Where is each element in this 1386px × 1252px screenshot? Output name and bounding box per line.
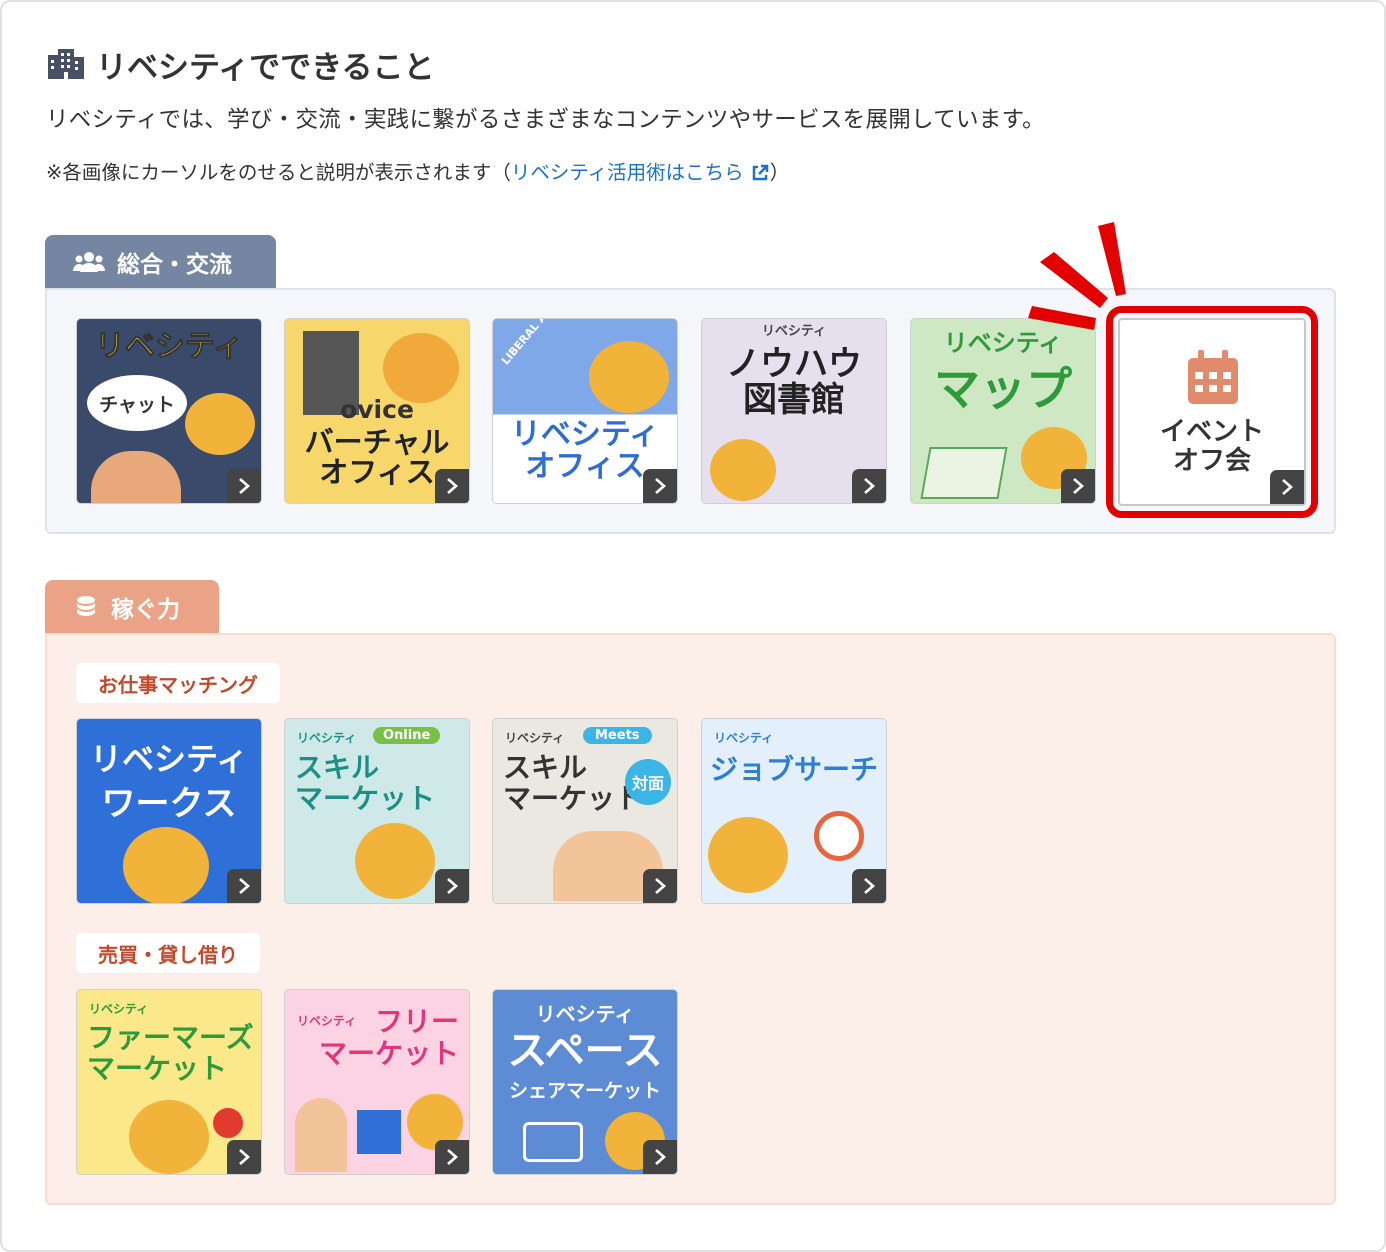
chevron-right-icon [643,869,677,903]
tile-flea-label: フリー マーケット [318,1005,459,1071]
tile-space-brand: リベシティ [535,1002,635,1026]
tab-general: 総合・交流 [45,235,276,289]
tile-skill-online-label: スキル マーケット [295,751,436,815]
tile-chat-label: チャット [99,393,175,416]
tile-event-label: イベント オフ会 [1159,417,1264,477]
tile-works-label: ワークス [101,784,237,824]
meets-badge: Meets [583,727,652,744]
tile-job-search[interactable]: リベシティ ジョブサーチ [701,718,887,904]
external-link-icon [752,164,768,181]
group-label-trade: 売買・貸し借り [76,933,260,973]
lion-illustration [123,827,209,903]
tile-map[interactable]: リベシティ マップ [910,318,1096,504]
tile-works[interactable]: リベシティ ワークス [76,718,262,904]
map-illustration [920,447,1008,499]
lion-illustration [383,333,459,403]
tile-job-search-label: ジョブサーチ [709,753,878,786]
tile-flea-market[interactable]: リベシティ フリー マーケット [284,989,470,1175]
note-prefix: ※各画像にカーソルをのせると説明が表示されます（ [46,161,511,184]
tile-farmers-label: ファーマーズ マーケット [87,1021,254,1086]
tile-skill-online[interactable]: リベシティ Online スキル マーケット [284,718,470,904]
tile-library[interactable]: リベシティ ノウハウ 図書館 [701,318,887,504]
page-title: リベシティでできること [46,40,435,88]
guide-link-text: リベシティ活用術はこちら [510,161,744,184]
tab-earn: 稼ぐ力 [45,580,219,634]
chevron-right-icon [852,869,886,903]
chevron-right-icon [227,869,261,903]
gift-box-illustration [357,1110,401,1154]
tile-space-market[interactable]: リベシティ スペース シェアマーケット [492,989,678,1175]
tile-map-label: マップ [934,362,1072,416]
tile-event[interactable]: イベント オフ会 [1118,318,1306,506]
chevron-right-icon [435,869,469,903]
tile-skill-meets[interactable]: リベシティ Meets スキル マーケット 対面 [492,718,678,904]
coins-icon [77,596,95,616]
lion-illustration [589,341,669,413]
tile-skill-meets-brand: リベシティ [505,731,565,745]
lead-text: リベシティでは、学び・交流・実践に繋がるさまざまなコンテンツやサービスを展開して… [46,107,1045,133]
tile-library-brand: リベシティ [761,324,827,339]
calendar-icon [1188,350,1238,404]
people-illustration [295,1098,347,1172]
tile-map-brand: リベシティ [943,329,1063,357]
chevron-right-icon [643,1140,677,1174]
tile-office-brand: LIBERAL ARTS CITY [499,319,585,367]
chevron-right-icon [852,469,886,503]
chevron-right-icon [227,1140,261,1174]
online-badge: Online [373,727,441,744]
building-icon [48,49,84,79]
chevron-right-icon [435,1140,469,1174]
search-person-icon [814,811,864,861]
tile-ovice[interactable]: ovice バーチャル オフィス [284,318,470,504]
tab-earn-label: 稼ぐ力 [111,597,180,623]
chevron-right-icon [1270,470,1304,504]
lion-illustration [129,1100,209,1174]
tile-farmers-market[interactable]: リベシティ ファーマーズ マーケット [76,989,262,1175]
page-title-text: リベシティでできること [96,49,435,86]
people-illustration [91,451,181,503]
note-suffix: ） [769,161,790,184]
tile-ovice-brand: ovice [340,395,414,424]
tile-farmers-brand: リベシティ [89,1002,149,1016]
tile-space-sublabel: シェアマーケット [508,1080,661,1102]
lion-illustration [710,439,776,501]
apple-illustration [213,1108,243,1138]
house-phone-illustration [523,1122,583,1162]
chevron-right-icon [227,469,261,503]
lion-illustration [185,393,255,455]
tile-office[interactable]: LIBERAL ARTS CITY リベシティ オフィス [492,318,678,504]
tile-space-label: スペース [507,1028,663,1074]
lion-illustration [355,823,435,899]
tile-library-label: ノウハウ 図書館 [726,344,862,420]
users-icon [73,252,105,272]
hover-note: ※各画像にカーソルをのせると説明が表示されます（リベシティ活用術はこちら ） [46,156,789,185]
tab-general-label: 総合・交流 [117,252,232,278]
chevron-right-icon [1061,469,1095,503]
chevron-right-icon [643,469,677,503]
tile-skill-meets-label: スキル マーケット [503,751,644,815]
tile-works-brand: リベシティ [89,740,249,778]
guide-link[interactable]: リベシティ活用術はこちら [511,161,770,184]
tile-chat-brand: リベシティ [94,329,244,364]
group-label-matching: お仕事マッチング [76,663,280,703]
tile-chat[interactable]: リベシティ チャット [76,318,262,504]
lion-illustration [708,817,788,893]
tile-skill-online-brand: リベシティ [297,731,357,745]
face-to-face-badge: 対面 [625,759,671,805]
speech-bubble: チャット [87,375,187,431]
chevron-right-icon [435,469,469,503]
tile-job-search-brand: リベシティ [714,731,774,745]
